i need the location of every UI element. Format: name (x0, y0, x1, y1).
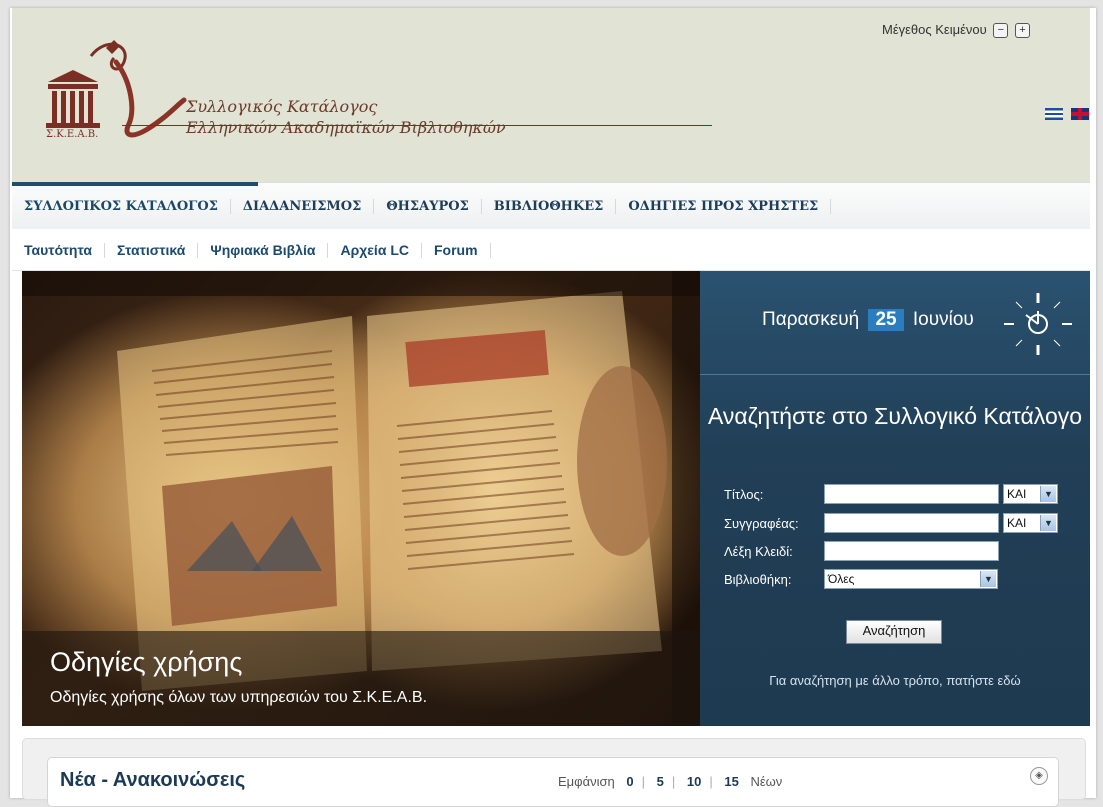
news-section: Νέα - Ανακοινώσεις Εμφάνιση 0 | 5 | 10 | 15… (22, 738, 1086, 807)
logo-abbreviation: Σ.Κ.Ε.Α.Β. (46, 129, 99, 140)
alternative-search-link[interactable]: Για αναζήτηση με άλλο τρόπο, πατήστε εδώ (700, 673, 1090, 688)
subnav-item-digital-books[interactable]: Ψηφιακά Βιβλία (198, 243, 329, 258)
hero-title[interactable]: Οδηγίες χρήσης (50, 647, 242, 678)
library-select[interactable]: Όλες ▼ (824, 569, 998, 589)
date-day: 25 (868, 309, 904, 331)
date-month: Ιουνίου (912, 309, 974, 330)
nav-item-user-guides[interactable]: ΟΔΗΓΙΕΣ ΠΡΟΣ ΧΡΗΣΤΕΣ (616, 199, 832, 214)
author-input[interactable] (824, 513, 999, 533)
news-count-option[interactable]: 10 (687, 774, 701, 789)
logo-emblem-icon (46, 40, 187, 138)
news-count-selector: Εμφάνιση 0 | 5 | 10 | 15 Νέων (558, 774, 783, 789)
subnav-item-identity[interactable]: Ταυτότητα (24, 243, 105, 258)
news-title: Νέα - Ανακοινώσεις (60, 769, 246, 791)
nav-item-interlibrary-loan[interactable]: ΔΙΑΔΑΝΕΙΣΜΟΣ (231, 199, 375, 214)
library-select-value: Όλες (828, 572, 855, 586)
nav-item-libraries[interactable]: ΒΙΒΛΙΟΘΗΚΕΣ (482, 199, 617, 214)
title-label: Τίτλος: (724, 487, 764, 502)
news-count-option[interactable]: 5 (657, 774, 664, 789)
site-logo[interactable]: Σ.Κ.Ε.Α.Β. Συλλογικός Κατάλογος Ελληνικώ… (36, 26, 556, 156)
news-count-option[interactable]: 0 (626, 774, 633, 789)
sub-navigation: Ταυτότητα Στατιστικά Ψηφιακά Βιβλία Αρχε… (12, 229, 1090, 271)
nav-item-thesaurus[interactable]: ΘΗΣΑΥΡΟΣ (374, 199, 482, 214)
hero-subtitle: Οδηγίες χρήσης όλων των υπηρεσιών του Σ.… (50, 689, 428, 706)
title-operator-select[interactable]: ΚΑΙ ▼ (1003, 484, 1058, 504)
author-label: Συγγραφέας: (724, 516, 799, 531)
chevron-down-icon: ▼ (1040, 486, 1056, 502)
logo-underline (122, 125, 712, 126)
site-header: Σ.Κ.Ε.Α.Β. Συλλογικός Κατάλογος Ελληνικώ… (12, 8, 1090, 182)
text-size-decrease-button[interactable]: − (993, 23, 1009, 39)
author-operator-select[interactable]: ΚΑΙ ▼ (1003, 513, 1058, 533)
text-size-increase-button[interactable]: + (1015, 23, 1030, 39)
english-flag-icon[interactable] (1071, 107, 1090, 120)
date-text: Παρασκευή 25 Ιουνίου (762, 309, 974, 331)
chevron-down-icon: ▼ (980, 571, 996, 587)
subnav-item-lc-files[interactable]: Αρχεία LC (328, 243, 422, 258)
news-suffix: Νέων (750, 774, 783, 789)
subnav-item-statistics[interactable]: Στατιστικά (105, 243, 199, 258)
keyword-input[interactable] (824, 541, 999, 561)
clock-icon (1004, 293, 1072, 355)
date-weekday: Παρασκευή (762, 309, 860, 330)
main-navigation: ΣΥΛΛΟΓΙΚΟΣ ΚΑΤΑΛΟΓΟΣ ΔΙΑΔΑΝΕΙΣΜΟΣ ΘΗΣΑΥΡ… (12, 182, 1090, 230)
nav-item-collective-catalog[interactable]: ΣΥΛΛΟΓΙΚΟΣ ΚΑΤΑΛΟΓΟΣ (24, 199, 231, 214)
date-display: Παρασκευή 25 Ιουνίου (700, 271, 1090, 375)
text-size-label: Μέγεθος Κειμένου (882, 22, 987, 37)
logo-title-line2: Ελληνικών Ακαδημαϊκών Βιβλιοθηκών (186, 118, 506, 137)
subnav-item-forum[interactable]: Forum (422, 243, 491, 258)
title-operator-value: ΚΑΙ (1007, 487, 1027, 501)
news-count-option[interactable]: 15 (724, 774, 738, 789)
greek-flag-icon[interactable] (1045, 107, 1063, 120)
hero-caption: Οδηγίες χρήσης Οδηγίες χρήσης όλων των υ… (22, 631, 700, 726)
news-display-label: Εμφάνιση (558, 774, 615, 789)
keyword-label: Λέξη Κλειδί: (724, 544, 793, 559)
search-heading: Αναζητήστε στο Συλλογικό Κατάλογο (707, 403, 1083, 429)
library-label: Βιβλιοθήκη: (724, 572, 792, 587)
expand-icon[interactable]: ◈ (1030, 767, 1048, 785)
logo-title-line1: Συλλογικός Κατάλογος (186, 97, 378, 116)
news-box: Νέα - Ανακοινώσεις Εμφάνιση 0 | 5 | 10 | 15… (47, 757, 1059, 807)
language-switcher (1042, 103, 1090, 122)
nav-active-indicator (12, 182, 258, 186)
title-input[interactable] (824, 484, 999, 504)
author-operator-value: ΚΑΙ (1007, 516, 1027, 530)
hero-banner[interactable]: Οδηγίες χρήσης Οδηγίες χρήσης όλων των υ… (22, 271, 700, 726)
search-panel: Παρασκευή 25 Ιουνίου Αναζητήστε στο Συλλ… (700, 271, 1090, 726)
text-size-control: Μέγεθος Κειμένου − + (882, 22, 1030, 39)
chevron-down-icon: ▼ (1040, 515, 1056, 531)
search-button[interactable]: Αναζήτηση (846, 620, 942, 644)
